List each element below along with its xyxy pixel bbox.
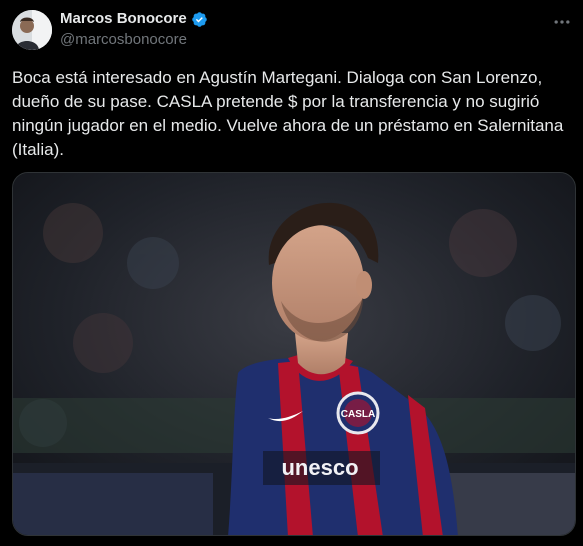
author-handle[interactable]: @marcosbonocore [60,30,187,50]
tweet-photo[interactable]: CASLA unesco [12,172,576,536]
tweet-text: Boca está interesado en Agustín Martegan… [12,68,564,159]
author-display-name[interactable]: Marcos Bonocore [60,9,187,29]
player-photo: CASLA unesco [13,173,575,535]
avatar-image [12,10,52,50]
sponsor-text: unesco [281,455,358,480]
crest-text: CASLA [341,409,375,420]
author-name-row: Marcos Bonocore [60,9,208,29]
more-horizontal-icon[interactable] [552,12,572,32]
verified-badge-icon [191,11,208,28]
author-avatar[interactable] [12,10,52,50]
